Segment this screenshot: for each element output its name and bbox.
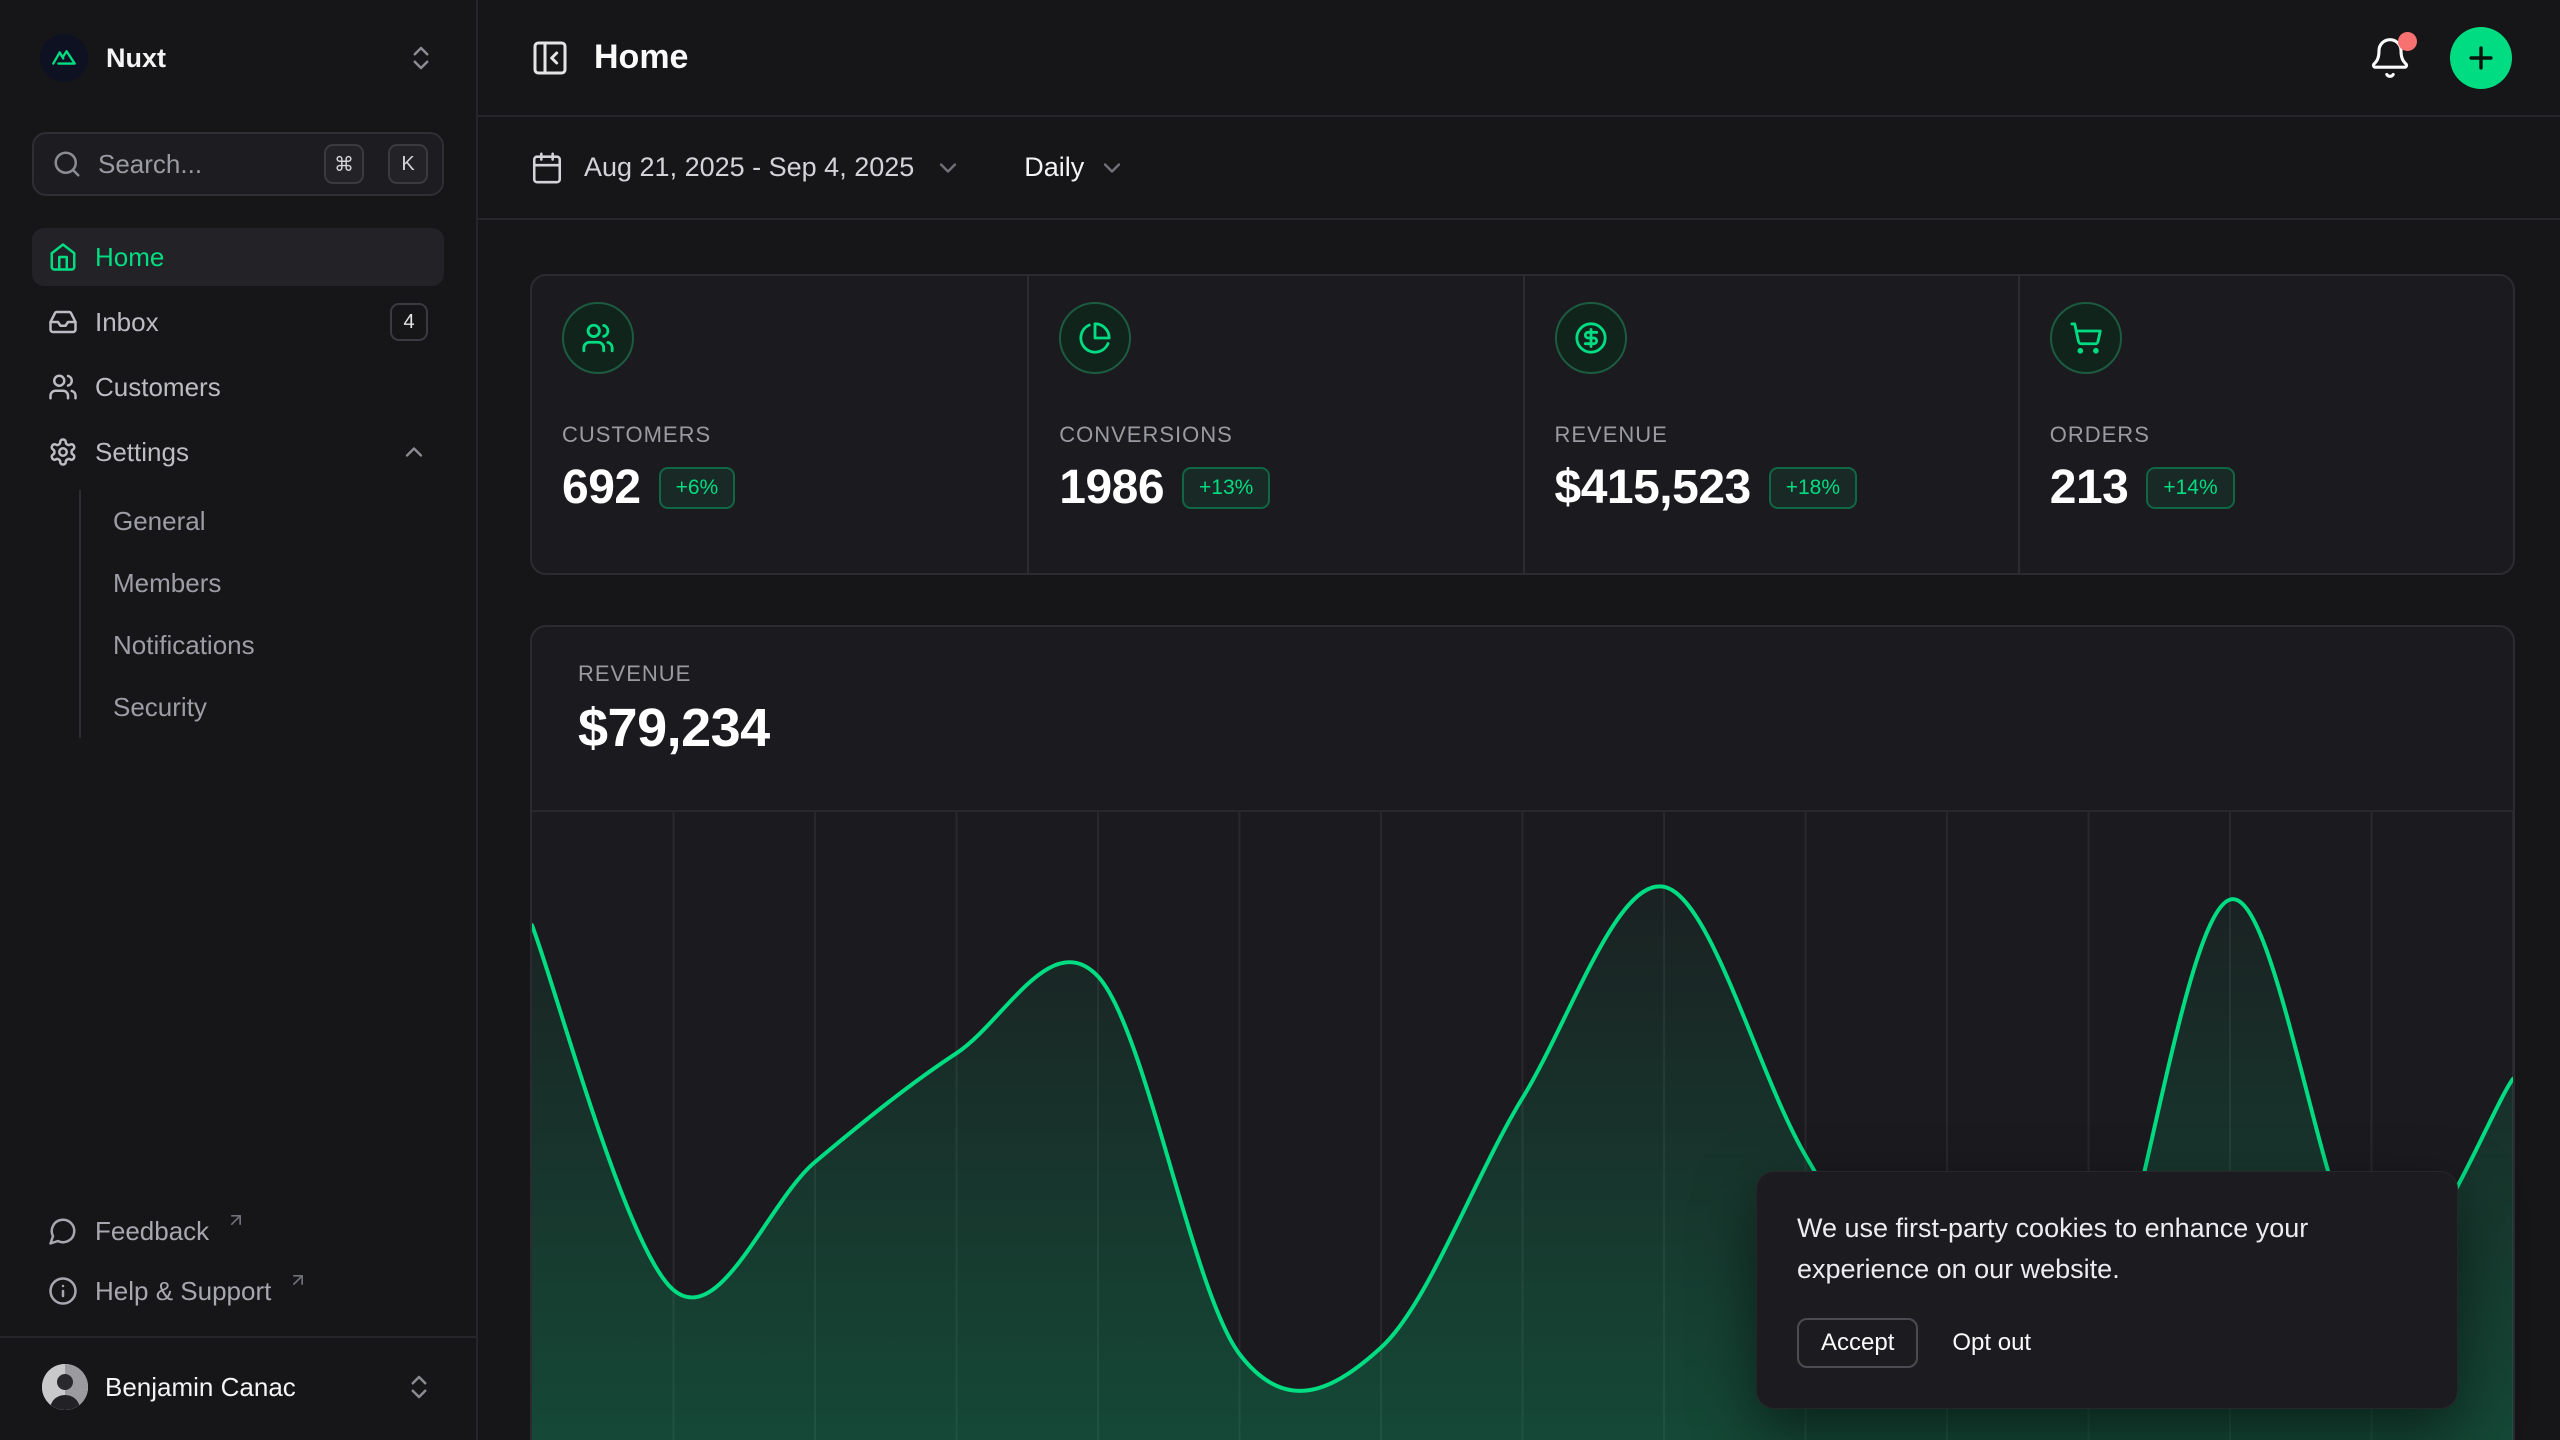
- chevron-down-icon: [934, 154, 962, 182]
- sidebar-item-inbox[interactable]: Inbox 4: [32, 293, 444, 351]
- sidebar-item-general[interactable]: General: [81, 490, 444, 552]
- external-link-arrow-icon: [226, 1210, 246, 1230]
- chart-title: REVENUE: [578, 661, 2513, 687]
- circle-dollar-icon: [1555, 302, 1627, 374]
- chevrons-up-down-icon: [406, 43, 436, 73]
- main-area: Home Aug 21, 2025 - Sep 4, 2025 Daily: [478, 0, 2560, 1440]
- stat-label: CUSTOMERS: [562, 422, 997, 448]
- nuxt-logo-icon: [40, 34, 88, 82]
- filters-toolbar: Aug 21, 2025 - Sep 4, 2025 Daily: [478, 117, 2560, 220]
- stat-value: 213: [2050, 460, 2129, 515]
- gear-icon: [48, 437, 78, 467]
- sidebar-item-label: Settings: [95, 437, 383, 468]
- sidebar-footer-nav: Feedback Help & Support: [32, 1202, 444, 1322]
- external-link-arrow-icon: [288, 1270, 308, 1290]
- sidebar-nav: Home Inbox 4 Customers Settings Genera: [32, 228, 444, 744]
- notifications-button[interactable]: [2368, 36, 2412, 80]
- stats-row: CUSTOMERS 692 +6% CONVERSIONS 1986 +13%: [530, 274, 2515, 575]
- chart-pie-icon: [1059, 302, 1131, 374]
- stat-label: REVENUE: [1555, 422, 1988, 448]
- kbd-cmd: ⌘: [324, 144, 364, 184]
- stat-card-conversions[interactable]: CONVERSIONS 1986 +13%: [1027, 276, 1522, 573]
- stat-delta-badge: +14%: [2146, 467, 2234, 509]
- sidebar-item-label: Inbox: [95, 307, 373, 338]
- stat-card-customers[interactable]: CUSTOMERS 692 +6%: [532, 276, 1027, 573]
- cookie-opt-out-button[interactable]: Opt out: [1952, 1329, 2031, 1357]
- page-title: Home: [594, 38, 688, 77]
- inbox-count-badge: 4: [390, 303, 428, 341]
- chevron-up-icon: [400, 438, 428, 466]
- sidebar-item-notifications[interactable]: Notifications: [81, 614, 444, 676]
- sidebar-item-feedback[interactable]: Feedback: [32, 1202, 444, 1262]
- sidebar-item-settings[interactable]: Settings: [32, 423, 444, 481]
- add-button[interactable]: [2450, 27, 2512, 89]
- sidebar-item-members[interactable]: Members: [81, 552, 444, 614]
- sidebar-item-customers[interactable]: Customers: [32, 358, 444, 416]
- stat-value: 692: [562, 460, 641, 515]
- sidebar: Nuxt Search... ⌘ K Home Inbox 4: [0, 0, 478, 1440]
- message-bubble-icon: [48, 1216, 78, 1246]
- shopping-cart-icon: [2050, 302, 2122, 374]
- stat-delta-badge: +13%: [1182, 467, 1270, 509]
- avatar: [42, 1364, 88, 1410]
- stat-value: $415,523: [1555, 460, 1751, 515]
- date-range-picker[interactable]: Aug 21, 2025 - Sep 4, 2025: [530, 151, 962, 185]
- search-placeholder: Search...: [98, 149, 308, 180]
- sidebar-item-label: Home: [95, 242, 428, 273]
- stat-delta-badge: +6%: [659, 467, 736, 509]
- search-input[interactable]: Search... ⌘ K: [32, 132, 444, 196]
- calendar-icon: [530, 151, 564, 185]
- search-icon: [52, 149, 82, 179]
- stat-card-revenue[interactable]: REVENUE $415,523 +18%: [1523, 276, 2018, 573]
- team-switcher[interactable]: Nuxt: [32, 30, 444, 86]
- settings-subnav: General Members Notifications Security: [79, 490, 444, 738]
- granularity-value: Daily: [1024, 152, 1084, 183]
- sidebar-divider: [0, 1336, 476, 1338]
- team-name: Nuxt: [106, 43, 388, 74]
- chevron-down-icon: [1098, 154, 1126, 182]
- sidebar-item-help-support[interactable]: Help & Support: [32, 1262, 444, 1322]
- stat-delta-badge: +18%: [1769, 467, 1857, 509]
- granularity-select[interactable]: Daily: [1024, 152, 1126, 183]
- user-menu[interactable]: Benjamin Canac: [32, 1354, 444, 1420]
- stat-label: ORDERS: [2050, 422, 2483, 448]
- info-icon: [48, 1276, 78, 1306]
- user-name: Benjamin Canac: [105, 1372, 387, 1403]
- date-range-value: Aug 21, 2025 - Sep 4, 2025: [584, 152, 914, 183]
- cookie-accept-button[interactable]: Accept: [1797, 1318, 1918, 1368]
- plus-icon: [2464, 41, 2498, 75]
- stat-card-orders[interactable]: ORDERS 213 +14%: [2018, 276, 2513, 573]
- stat-label: CONVERSIONS: [1059, 422, 1492, 448]
- page-header: Home: [478, 0, 2560, 117]
- home-icon: [48, 242, 78, 272]
- chevrons-up-down-icon: [404, 1372, 434, 1402]
- users-icon: [562, 302, 634, 374]
- users-icon: [48, 372, 78, 402]
- chart-current-value: $79,234: [578, 697, 2513, 759]
- sidebar-spacer: [32, 744, 444, 1202]
- inbox-icon: [48, 307, 78, 337]
- kbd-k: K: [388, 144, 428, 184]
- sidebar-item-label: Feedback: [95, 1216, 209, 1247]
- notification-dot: [2398, 32, 2417, 51]
- sidebar-item-security[interactable]: Security: [81, 676, 444, 738]
- sidebar-item-home[interactable]: Home: [32, 228, 444, 286]
- cookie-banner: We use first-party cookies to enhance yo…: [1756, 1171, 2458, 1409]
- panel-left-close-icon: [530, 38, 570, 78]
- sidebar-item-label: Help & Support: [95, 1276, 271, 1307]
- stat-value: 1986: [1059, 460, 1164, 515]
- cookie-message: We use first-party cookies to enhance yo…: [1797, 1208, 2377, 1290]
- collapse-sidebar-button[interactable]: [530, 38, 570, 78]
- sidebar-item-label: Customers: [95, 372, 428, 403]
